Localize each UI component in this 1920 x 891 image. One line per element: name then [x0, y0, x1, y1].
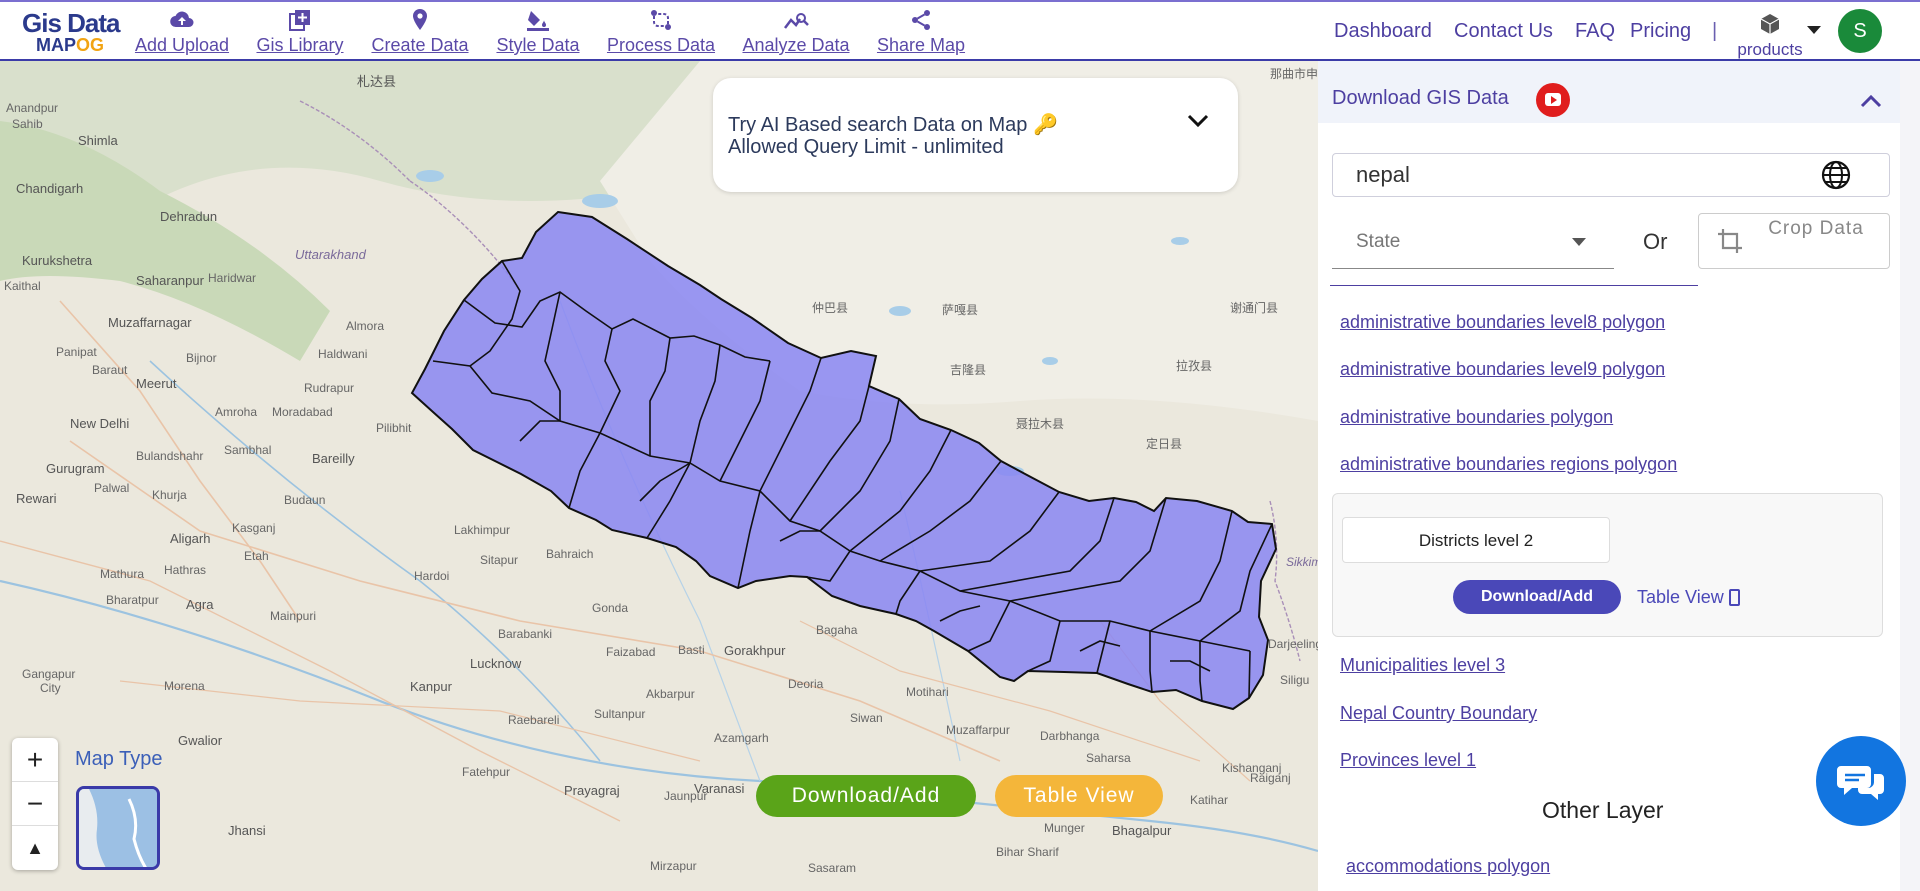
nav-faq-link[interactable]: FAQ — [1575, 20, 1615, 43]
other-layer-heading: Other Layer — [1542, 797, 1664, 823]
layer-link[interactable]: administrative boundaries polygon — [1340, 407, 1613, 428]
map-download-add-button[interactable]: Download/Add — [756, 775, 976, 817]
products-dropdown-caret-icon[interactable] — [1807, 26, 1821, 34]
app-root: Gis Data MAPOG Add Upload Gis Library Cr… — [0, 0, 1920, 891]
top-navbar: Gis Data MAPOG Add Upload Gis Library Cr… — [0, 0, 1920, 61]
selected-layer-card: Districts level 2 Download/Add Table Vie… — [1332, 493, 1883, 637]
nav-create-data-label: Create Data — [371, 35, 469, 55]
nav-style-data[interactable]: Style Data — [492, 6, 584, 60]
chat-widget-button[interactable] — [1816, 736, 1906, 826]
logo-line1: Gis Data — [22, 8, 121, 38]
search-input[interactable] — [1356, 162, 1816, 188]
ai-search-title: Try AI Based search Data on Map 🔑 — [728, 114, 1058, 136]
share-icon — [912, 10, 930, 30]
state-dropdown-label: State — [1356, 231, 1401, 252]
zoom-controls: + − ▲ — [12, 738, 58, 870]
reset-north-button[interactable]: ▲ — [12, 826, 58, 870]
nav-gis-library-label: Gis Library — [256, 35, 344, 55]
gisdatamapog-logo[interactable]: Gis Data MAPOG — [22, 8, 121, 56]
cloud-upload-icon — [170, 11, 194, 28]
process-path-icon — [651, 10, 671, 30]
map-table-view-button[interactable]: Table View — [995, 775, 1163, 817]
layer-link[interactable]: Nepal Country Boundary — [1340, 703, 1537, 724]
card-table-view-label: Table View — [1637, 587, 1724, 607]
map-type-thumbnail[interactable] — [76, 786, 160, 870]
card-download-add-button[interactable]: Download/Add — [1453, 580, 1621, 614]
layer-link[interactable]: Municipalities level 3 — [1340, 655, 1505, 676]
layer-link[interactable]: accommodations polygon — [1346, 856, 1550, 877]
nav-share-map-label: Share Map — [876, 35, 966, 55]
search-field[interactable] — [1332, 153, 1890, 197]
globe-icon[interactable] — [1820, 159, 1852, 191]
zoom-in-button[interactable]: + — [12, 738, 58, 782]
map-pin-icon — [413, 9, 427, 30]
logo-map-text: MAP — [36, 35, 76, 55]
products-label: products — [1737, 40, 1803, 59]
selected-layer-name: Districts level 2 — [1342, 517, 1610, 563]
panel-title: Download GIS Data — [1332, 87, 1509, 109]
nav-separator: | — [1712, 20, 1718, 42]
nav-pricing-link[interactable]: Pricing — [1630, 20, 1691, 43]
nav-add-upload-label: Add Upload — [134, 35, 230, 55]
crop-data-label: Crop Data — [1768, 218, 1864, 239]
layer-link[interactable]: administrative boundaries level8 polygon — [1340, 312, 1665, 333]
card-table-view-button[interactable]: Table View — [1637, 587, 1740, 608]
nav-add-upload[interactable]: Add Upload — [130, 6, 234, 60]
map-type-label: Map Type — [75, 748, 163, 770]
products-menu[interactable]: products — [1730, 12, 1810, 59]
nav-gis-library[interactable]: Gis Library — [252, 6, 348, 60]
youtube-icon[interactable] — [1536, 83, 1570, 117]
chat-icon — [1837, 766, 1884, 800]
chevron-down-icon[interactable] — [1183, 106, 1213, 136]
layer-link[interactable]: administrative boundaries regions polygo… — [1340, 454, 1677, 475]
logo-og-text: OG — [76, 35, 105, 55]
or-label: Or — [1643, 229, 1668, 254]
zoom-out-button[interactable]: − — [12, 782, 58, 826]
nav-process-data-label: Process Data — [606, 35, 716, 55]
analytics-icon — [784, 13, 809, 29]
user-avatar[interactable]: S — [1838, 9, 1882, 53]
paint-bucket-icon — [527, 11, 549, 31]
layer-link[interactable]: administrative boundaries level9 polygon — [1340, 359, 1665, 380]
dropdown-arrow-icon — [1572, 238, 1586, 246]
mobile-icon — [1728, 589, 1740, 606]
state-dropdown[interactable]: State — [1332, 217, 1614, 269]
library-add-icon — [289, 10, 310, 31]
nav-share-map[interactable]: Share Map — [872, 6, 970, 60]
nav-analyze-data[interactable]: Analyze Data — [738, 6, 854, 60]
logo-line2: MAPOG — [22, 36, 112, 54]
layer-link[interactable]: Provinces level 1 — [1340, 750, 1476, 771]
nav-dashboard-link[interactable]: Dashboard — [1334, 20, 1432, 43]
cube-icon — [1760, 14, 1780, 34]
divider — [1330, 285, 1698, 286]
nav-contact-link[interactable]: Contact Us — [1454, 20, 1553, 43]
crop-icon — [1718, 229, 1742, 253]
chevron-up-icon[interactable] — [1858, 89, 1884, 115]
panel-header: Download GIS Data — [1318, 61, 1900, 123]
nav-analyze-data-label: Analyze Data — [742, 35, 850, 55]
nav-process-data[interactable]: Process Data — [602, 6, 720, 60]
nav-create-data[interactable]: Create Data — [366, 6, 474, 60]
satellite-thumbnail-icon — [79, 789, 157, 867]
ai-search-card[interactable]: Try AI Based search Data on Map 🔑 Allowe… — [713, 78, 1238, 192]
ai-query-limit: Allowed Query Limit - unlimited — [728, 136, 1004, 158]
nav-style-data-label: Style Data — [496, 35, 580, 55]
crop-data-button[interactable]: Crop Data — [1698, 213, 1890, 269]
